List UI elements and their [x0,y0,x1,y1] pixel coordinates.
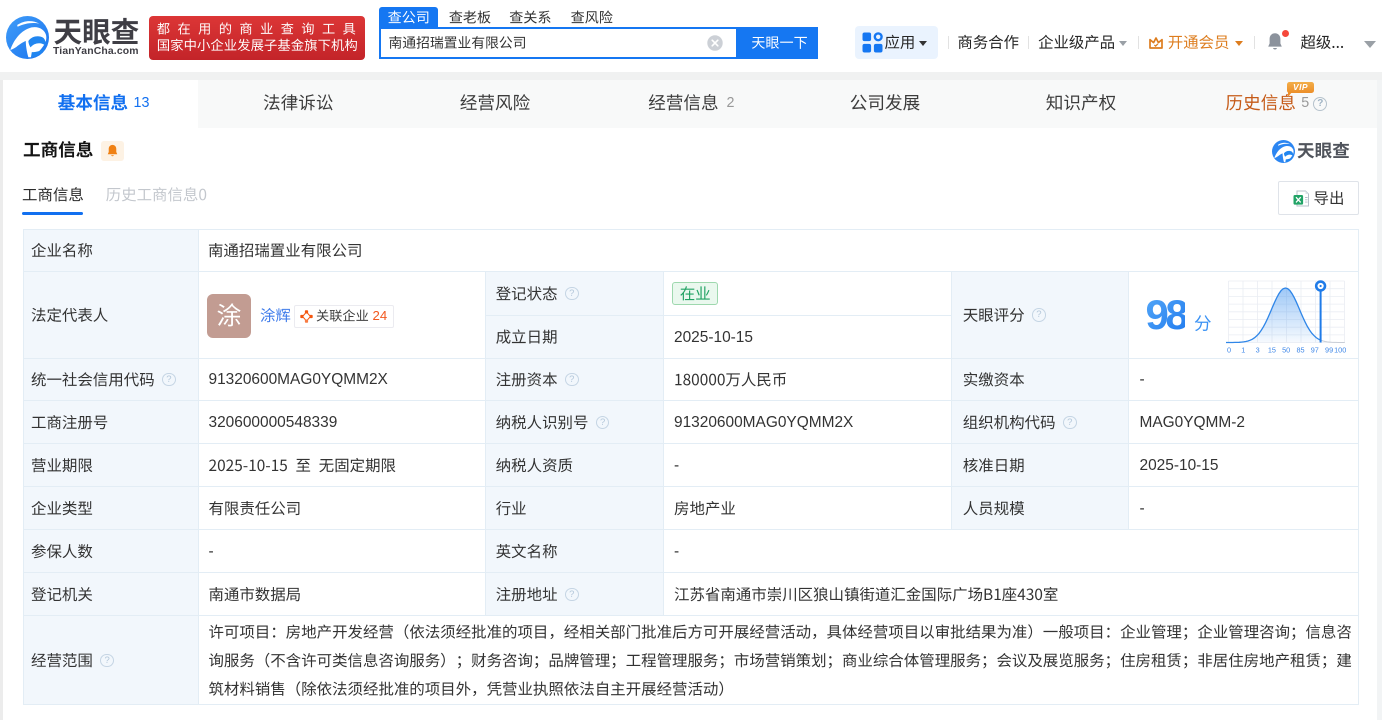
svg-text:50: 50 [1282,346,1290,355]
svg-text:0: 0 [1227,346,1231,355]
svg-text:97: 97 [1311,346,1319,355]
svg-text:3: 3 [1256,346,1260,355]
svg-text:1: 1 [1241,346,1245,355]
svg-text:15: 15 [1268,346,1276,355]
svg-text:100: 100 [1334,346,1346,355]
svg-text:85: 85 [1296,346,1304,355]
svg-text:99: 99 [1325,346,1333,355]
